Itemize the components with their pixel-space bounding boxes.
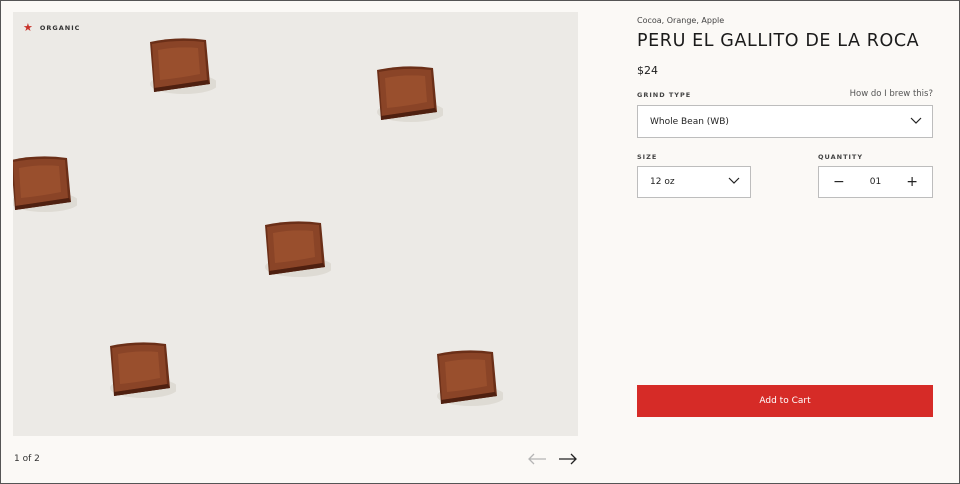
minus-icon[interactable]: − [833,175,845,189]
tasting-notes: Cocoa, Orange, Apple [637,16,725,25]
chocolate-square [425,346,503,410]
chocolate-square [365,62,443,126]
arrow-left-icon[interactable] [526,451,548,467]
brew-help-link[interactable]: How do I brew this? [850,89,933,99]
size-label: SIZE [637,153,658,161]
size-select[interactable]: 12 oz [637,166,751,198]
product-title: PERU EL GALLITO DE LA ROCA [637,31,920,51]
quantity-label: QUANTITY [818,153,864,161]
add-to-cart-button[interactable]: Add to Cart [637,385,933,417]
chevron-down-icon [910,117,922,127]
quantity-value[interactable]: 01 [870,177,881,187]
grind-type-value: Whole Bean (WB) [650,116,729,127]
product-image: ★ ORGANIC [13,12,578,436]
quantity-stepper: − 01 + [818,166,933,198]
chocolate-square [98,338,176,402]
organic-badge-label: ORGANIC [39,23,81,32]
image-pager: 1 of 2 [14,454,40,464]
product-price: $24 [637,64,658,77]
chevron-down-icon [728,177,740,187]
chocolate-square [13,152,77,216]
plus-icon[interactable]: + [906,175,918,189]
organic-badge: ★ ORGANIC [23,22,80,33]
size-value: 12 oz [650,177,675,187]
chocolate-square [253,217,331,281]
arrow-right-icon[interactable] [557,451,579,467]
grind-type-label: GRIND TYPE [637,91,692,99]
chocolate-square [138,34,216,98]
grind-type-select[interactable]: Whole Bean (WB) [637,105,933,138]
star-icon: ★ [23,21,34,34]
